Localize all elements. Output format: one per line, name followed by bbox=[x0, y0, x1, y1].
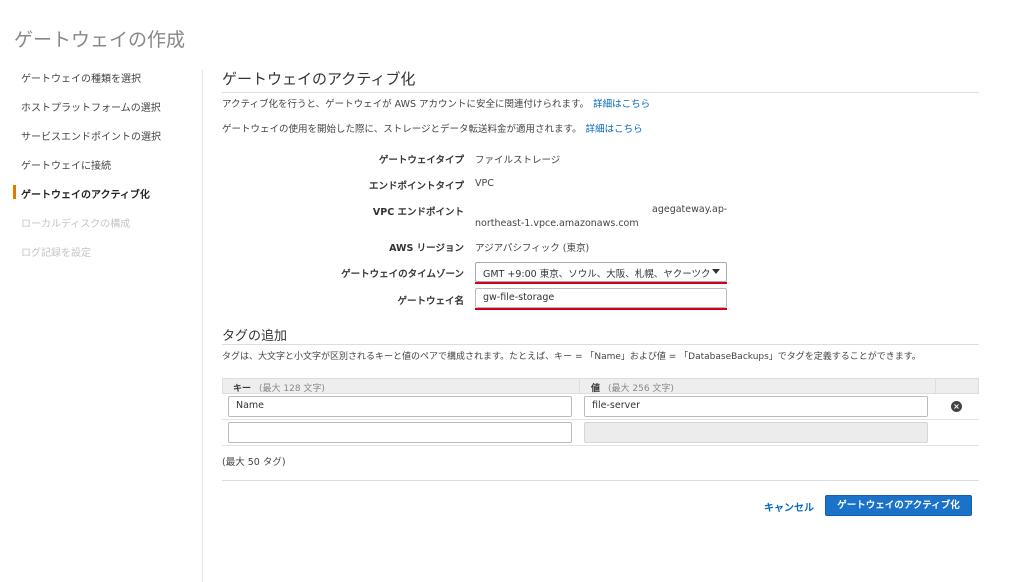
timezone-highlight-underline bbox=[475, 282, 727, 284]
tag-key-input-1[interactable]: Name bbox=[228, 396, 572, 417]
gateway-type-value: ファイルストレージ bbox=[475, 155, 561, 166]
timezone-selected-value: GMT +9:00 東京、ソウル、大阪、札幌、ヤクーツク bbox=[483, 269, 711, 280]
vpc-endpoint-value-line2: northeast-1.vpce.amazonaws.com bbox=[475, 218, 639, 229]
timezone-label: ゲートウェイのタイムゾーン bbox=[341, 269, 464, 280]
sidebar-item-connect-gateway[interactable]: ゲートウェイに接続 bbox=[21, 157, 111, 172]
tags-divider bbox=[222, 344, 979, 345]
pricing-learn-more-link[interactable]: 詳細はこちら bbox=[586, 124, 643, 135]
sidebar-item-select-gateway-type[interactable]: ゲートウェイの種類を選択 bbox=[21, 70, 141, 85]
chevron-down-icon bbox=[712, 269, 720, 274]
endpoint-type-value: VPC bbox=[475, 178, 494, 189]
column-separator bbox=[579, 379, 580, 393]
table-row-divider bbox=[222, 419, 979, 420]
gateway-name-label: ゲートウェイ名 bbox=[397, 296, 464, 307]
region-value: アジアパシフィック (東京) bbox=[475, 243, 590, 254]
value-column-header: 値 (最大 256 文字) bbox=[591, 381, 674, 394]
tags-description: タグは、大文字と小文字が区別されるキーと値のペアで構成されます。たとえば、キー … bbox=[222, 352, 921, 362]
learn-more-link[interactable]: 詳細はこちら bbox=[593, 99, 650, 110]
footer-divider bbox=[222, 480, 979, 481]
sidebar-item-configure-local-disks: ローカルディスクの構成 bbox=[21, 219, 131, 230]
sidebar-item-select-service-endpoint[interactable]: サービスエンドポイントの選択 bbox=[21, 128, 161, 143]
section-title: ゲートウェイのアクティブ化 bbox=[222, 70, 416, 88]
gateway-name-input[interactable]: gw-file-storage bbox=[475, 288, 727, 308]
pricing-description-text: ゲートウェイの使用を開始した際に、ストレージとデータ転送料金が適用されます。 bbox=[222, 124, 582, 135]
tag-key-input-2[interactable] bbox=[228, 422, 572, 443]
sidebar-item-configure-logging: ログ記録を設定 bbox=[21, 248, 91, 259]
timezone-select[interactable]: GMT +9:00 東京、ソウル、大阪、札幌、ヤクーツク bbox=[475, 262, 727, 282]
active-step-indicator bbox=[13, 185, 16, 199]
gateway-name-highlight-underline bbox=[475, 308, 727, 310]
tag-value-input-2 bbox=[584, 422, 928, 443]
table-bottom-border bbox=[222, 445, 979, 446]
page-title: ゲートウェイの作成 bbox=[14, 29, 186, 51]
activation-description: アクティブ化を行うと、ゲートウェイが AWS アカウントに安全に関連付けられます… bbox=[222, 96, 650, 110]
tags-title: タグの追加 bbox=[222, 329, 288, 344]
activate-gateway-button[interactable]: ゲートウェイのアクティブ化 bbox=[825, 495, 972, 516]
vpc-endpoint-label: VPC エンドポイント bbox=[372, 207, 464, 218]
sidebar-item-activate-gateway[interactable]: ゲートウェイのアクティブ化 bbox=[21, 186, 150, 201]
sidebar-divider bbox=[202, 70, 203, 582]
tags-table-header: キー (最大 128 文字) 値 (最大 256 文字) bbox=[222, 378, 979, 394]
key-column-header: キー (最大 128 文字) bbox=[233, 381, 325, 394]
activation-description-text: アクティブ化を行うと、ゲートウェイが AWS アカウントに安全に関連付けられます… bbox=[222, 99, 590, 110]
remove-tag-icon[interactable]: × bbox=[951, 401, 962, 412]
cancel-button[interactable]: キャンセル bbox=[764, 499, 814, 514]
gateway-type-label: ゲートウェイタイプ bbox=[378, 155, 464, 166]
value-header-hint: (最大 256 文字) bbox=[608, 384, 674, 394]
tag-limit-note: (最大 50 タグ) bbox=[222, 457, 286, 468]
region-label: AWS リージョン bbox=[389, 243, 464, 254]
key-header-hint: (最大 128 文字) bbox=[259, 384, 325, 394]
value-header-text: 値 bbox=[591, 384, 601, 394]
sidebar-item-select-host-platform[interactable]: ホストプラットフォームの選択 bbox=[21, 99, 161, 114]
key-header-text: キー bbox=[233, 384, 252, 394]
pricing-description: ゲートウェイの使用を開始した際に、ストレージとデータ転送料金が適用されます。 詳細… bbox=[222, 121, 643, 135]
endpoint-type-label: エンドポイントタイプ bbox=[368, 181, 464, 192]
tag-value-input-1[interactable]: file-server bbox=[584, 396, 928, 417]
vpc-endpoint-value-line1: agegateway.ap- bbox=[652, 204, 728, 215]
column-separator bbox=[935, 379, 936, 393]
section-divider bbox=[222, 92, 979, 93]
